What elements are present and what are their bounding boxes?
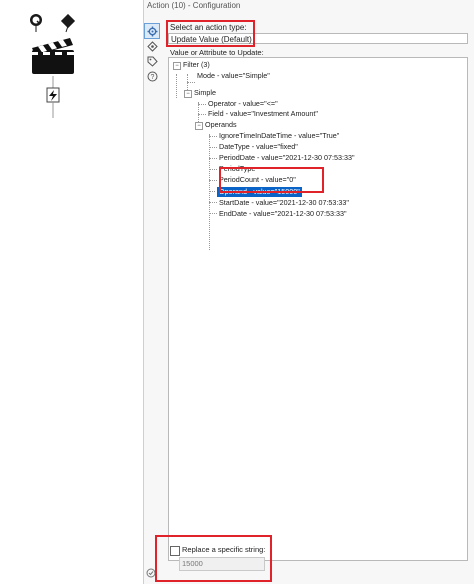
tree-node-enddate[interactable]: EndDate - value="2021-12-30 07:53:33" xyxy=(219,209,347,219)
tree-node-periodcount[interactable]: PeriodCount - value="0" xyxy=(219,175,296,185)
tree-node-field[interactable]: Field - value="Investment Amount" xyxy=(208,109,318,119)
tree-node-datetype[interactable]: DateType - value="fixed" xyxy=(219,142,298,152)
configuration-form: Select an action type: Update Value (Def… xyxy=(165,20,471,582)
tree-node-simple[interactable]: Simple xyxy=(194,88,216,98)
connection-tab[interactable] xyxy=(145,39,159,53)
action-type-select[interactable]: Update Value (Default) xyxy=(168,33,468,44)
tree-node-mode[interactable]: Mode - value="Simple" xyxy=(197,71,270,81)
tree-node-periodtype[interactable]: PeriodType xyxy=(219,164,255,174)
tree-node-operator[interactable]: Operator - value="<=" xyxy=(208,99,278,109)
panel-title: Action (10) - Configuration xyxy=(147,1,241,10)
workflow-canvas[interactable] xyxy=(0,0,143,584)
replace-string-input[interactable]: 15000 xyxy=(179,557,265,571)
side-toolbar: ? xyxy=(144,23,161,84)
annotation-tab[interactable] xyxy=(145,54,159,68)
collapse-toggle-filter[interactable]: − xyxy=(173,62,181,70)
tree-node-operand-selected[interactable]: Operand - value="15000" xyxy=(216,186,303,198)
tag-icon xyxy=(147,56,158,67)
status-icon xyxy=(146,568,156,578)
help-tab[interactable]: ? xyxy=(145,69,159,83)
tree-node-ignoretime[interactable]: IgnoreTimeInDateTime - value="True" xyxy=(219,131,339,141)
configuration-panel: Action (10) - Configuration ? Select an … xyxy=(144,0,474,584)
configuration-tab[interactable] xyxy=(144,23,160,39)
tree-node-startdate[interactable]: StartDate - value="2021-12-30 07:53:33" xyxy=(219,198,349,208)
action-tool[interactable] xyxy=(28,13,84,138)
tree-node-filter[interactable]: Filter (3) xyxy=(183,60,210,70)
collapse-toggle-operands[interactable]: − xyxy=(195,122,203,130)
tree-node-operands[interactable]: Operands xyxy=(205,120,237,130)
action-clapperboard-icon xyxy=(30,13,76,118)
connection-icon xyxy=(146,40,158,52)
replace-string-checkbox[interactable] xyxy=(170,546,180,556)
action-type-label: Select an action type: xyxy=(170,23,247,32)
attribute-tree[interactable]: − − − Filter (3) Mode - value="Simple" S… xyxy=(168,57,468,561)
collapse-toggle-simple[interactable]: − xyxy=(184,90,192,98)
help-icon: ? xyxy=(147,71,157,81)
svg-text:?: ? xyxy=(150,74,154,81)
replace-string-label: Replace a specific string: xyxy=(182,545,266,554)
attribute-label: Value or Attribute to Update: xyxy=(170,48,264,57)
tree-node-perioddate[interactable]: PeriodDate - value="2021-12-30 07:53:33" xyxy=(219,153,355,163)
gear-icon xyxy=(147,26,157,36)
